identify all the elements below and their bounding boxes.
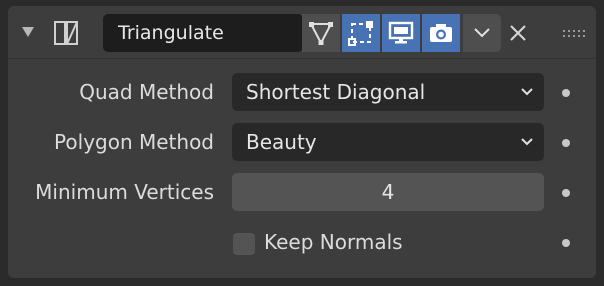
on-cage-icon: [309, 22, 333, 46]
keep-normals-label[interactable]: Keep Normals: [264, 230, 403, 254]
modifier-menu-dropdown[interactable]: [463, 14, 501, 52]
keyframe-dot-icon[interactable]: [562, 89, 570, 97]
edit-mode-icon: [348, 21, 373, 46]
polygon-method-label: Polygon Method: [54, 130, 214, 154]
render-toggle[interactable]: [422, 14, 460, 52]
close-icon[interactable]: [505, 20, 531, 46]
drag-grip-icon[interactable]: [562, 30, 586, 38]
chevron-down-icon: [521, 88, 533, 96]
polygon-method-value: Beauty: [246, 130, 317, 154]
quad-method-select[interactable]: Shortest Diagonal: [232, 73, 544, 111]
quad-method-value: Shortest Diagonal: [246, 80, 426, 104]
keyframe-dot-icon[interactable]: [562, 139, 570, 147]
triangulate-modifier-icon: [54, 21, 78, 45]
collapse-arrow-icon[interactable]: [22, 27, 34, 37]
chevron-down-icon: [521, 138, 533, 146]
edit-mode-toggle[interactable]: [342, 14, 380, 52]
keyframe-dot-icon[interactable]: [562, 239, 570, 247]
modifier-header: Triangulate: [8, 6, 596, 59]
on-cage-toggle[interactable]: [302, 14, 340, 52]
minimum-vertices-label: Minimum Vertices: [35, 180, 214, 204]
polygon-method-select[interactable]: Beauty: [232, 123, 544, 161]
viewport-display-icon: [388, 21, 414, 44]
keep-normals-checkbox[interactable]: [233, 233, 255, 255]
viewport-display-toggle[interactable]: [382, 14, 420, 52]
quad-method-label: Quad Method: [79, 80, 214, 104]
modifier-panel: Triangulate Quad Method Shortest Diagona…: [8, 6, 596, 278]
modifier-name-field[interactable]: Triangulate: [103, 14, 303, 52]
minimum-vertices-field[interactable]: 4: [232, 173, 544, 211]
render-camera-icon: [430, 24, 452, 42]
keyframe-dot-icon[interactable]: [562, 189, 570, 197]
chevron-down-icon: [474, 28, 490, 38]
